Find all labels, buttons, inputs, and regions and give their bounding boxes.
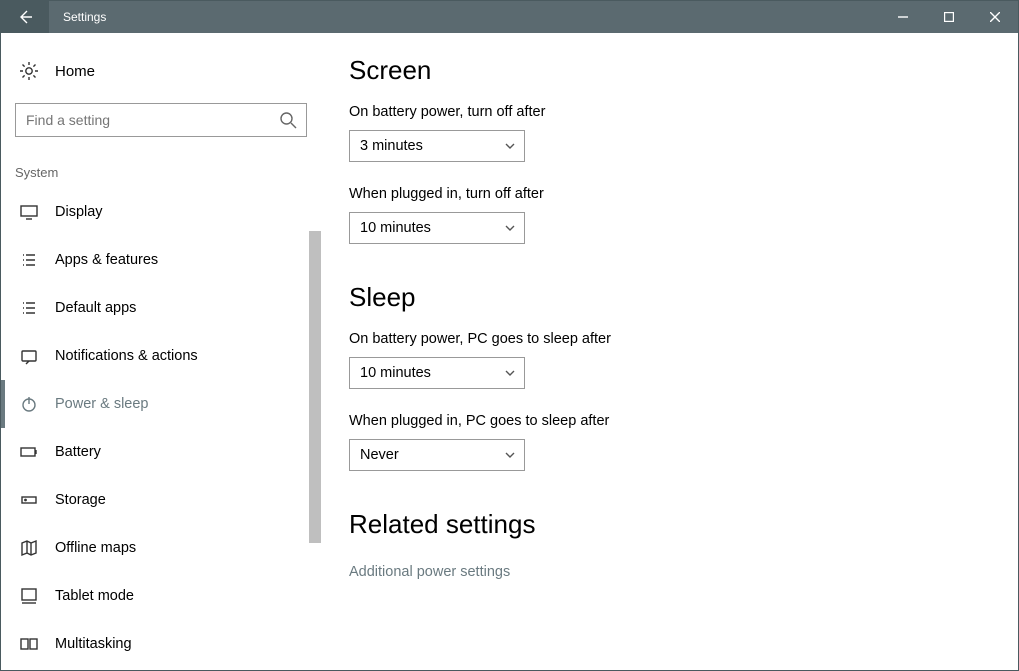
sidebar-item-storage[interactable]: Storage bbox=[1, 476, 321, 524]
multitasking-icon bbox=[19, 634, 39, 654]
dropdown-value: Never bbox=[360, 447, 399, 463]
sleep-plugged-dropdown[interactable]: Never bbox=[349, 439, 525, 471]
sidebar-item-label: Display bbox=[55, 204, 103, 220]
minimize-button[interactable] bbox=[880, 1, 926, 33]
sidebar-scrollbar[interactable] bbox=[309, 231, 321, 670]
sidebar-item-apps-features[interactable]: Apps & features bbox=[1, 236, 321, 284]
nav-list: Display Apps & features Default apps Not… bbox=[1, 188, 321, 668]
chevron-down-icon bbox=[504, 140, 516, 152]
chevron-down-icon bbox=[504, 367, 516, 379]
sidebar-item-label: Power & sleep bbox=[55, 396, 149, 412]
sidebar-item-label: Offline maps bbox=[55, 540, 136, 556]
search-icon bbox=[279, 111, 297, 129]
map-icon bbox=[19, 538, 39, 558]
monitor-icon bbox=[19, 202, 39, 222]
sidebar-item-notifications[interactable]: Notifications & actions bbox=[1, 332, 321, 380]
titlebar-spacer bbox=[106, 1, 880, 33]
scrollbar-thumb[interactable] bbox=[309, 231, 321, 543]
chevron-down-icon bbox=[504, 449, 516, 461]
tablet-icon bbox=[19, 586, 39, 606]
storage-icon bbox=[19, 490, 39, 510]
dropdown-value: 10 minutes bbox=[360, 220, 431, 236]
sleep-battery-dropdown[interactable]: 10 minutes bbox=[349, 357, 525, 389]
close-button[interactable] bbox=[972, 1, 1018, 33]
back-button[interactable] bbox=[1, 1, 49, 33]
sidebar-item-default-apps[interactable]: Default apps bbox=[1, 284, 321, 332]
minimize-icon bbox=[898, 12, 908, 22]
titlebar: Settings bbox=[1, 1, 1018, 33]
content-pane: Screen On battery power, turn off after … bbox=[321, 33, 1018, 670]
sidebar-item-label: Notifications & actions bbox=[55, 348, 198, 364]
sidebar-item-offline-maps[interactable]: Offline maps bbox=[1, 524, 321, 572]
sidebar-section-label: System bbox=[1, 137, 321, 188]
default-apps-icon bbox=[19, 298, 39, 318]
sidebar-item-label: Tablet mode bbox=[55, 588, 134, 604]
selection-indicator bbox=[1, 380, 5, 428]
dropdown-value: 10 minutes bbox=[360, 365, 431, 381]
home-label: Home bbox=[55, 63, 95, 80]
search-container bbox=[15, 103, 307, 137]
sidebar-item-label: Default apps bbox=[55, 300, 136, 316]
chevron-down-icon bbox=[504, 222, 516, 234]
additional-power-settings-link[interactable]: Additional power settings bbox=[349, 564, 510, 580]
gear-icon bbox=[19, 61, 39, 81]
field-label: When plugged in, turn off after bbox=[349, 186, 1018, 202]
screen-battery-dropdown[interactable]: 3 minutes bbox=[349, 130, 525, 162]
search-input[interactable] bbox=[15, 103, 307, 137]
section-heading-screen: Screen bbox=[349, 55, 1018, 86]
sidebar-item-label: Multitasking bbox=[55, 636, 132, 652]
sidebar-item-label: Battery bbox=[55, 444, 101, 460]
battery-icon bbox=[19, 442, 39, 462]
sidebar-item-multitasking[interactable]: Multitasking bbox=[1, 620, 321, 668]
sidebar-item-battery[interactable]: Battery bbox=[1, 428, 321, 476]
section-heading-related: Related settings bbox=[349, 509, 1018, 540]
field-label: On battery power, turn off after bbox=[349, 104, 1018, 120]
section-heading-sleep: Sleep bbox=[349, 282, 1018, 313]
sidebar-item-display[interactable]: Display bbox=[1, 188, 321, 236]
dropdown-value: 3 minutes bbox=[360, 138, 423, 154]
close-icon bbox=[990, 12, 1000, 22]
power-icon bbox=[19, 394, 39, 414]
sidebar-item-tablet-mode[interactable]: Tablet mode bbox=[1, 572, 321, 620]
arrow-left-icon bbox=[17, 9, 33, 25]
window-title: Settings bbox=[49, 1, 106, 33]
settings-window: Settings Home bbox=[0, 0, 1019, 671]
home-button[interactable]: Home bbox=[1, 51, 321, 91]
field-label: On battery power, PC goes to sleep after bbox=[349, 331, 1018, 347]
maximize-button[interactable] bbox=[926, 1, 972, 33]
sidebar-item-power-sleep[interactable]: Power & sleep bbox=[1, 380, 321, 428]
sidebar: Home System Display bbox=[1, 33, 321, 670]
screen-plugged-dropdown[interactable]: 10 minutes bbox=[349, 212, 525, 244]
field-label: When plugged in, PC goes to sleep after bbox=[349, 413, 1018, 429]
maximize-icon bbox=[944, 12, 954, 22]
body: Home System Display bbox=[1, 33, 1018, 670]
sidebar-item-label: Storage bbox=[55, 492, 106, 508]
list-icon bbox=[19, 250, 39, 270]
sidebar-item-label: Apps & features bbox=[55, 252, 158, 268]
notifications-icon bbox=[19, 346, 39, 366]
